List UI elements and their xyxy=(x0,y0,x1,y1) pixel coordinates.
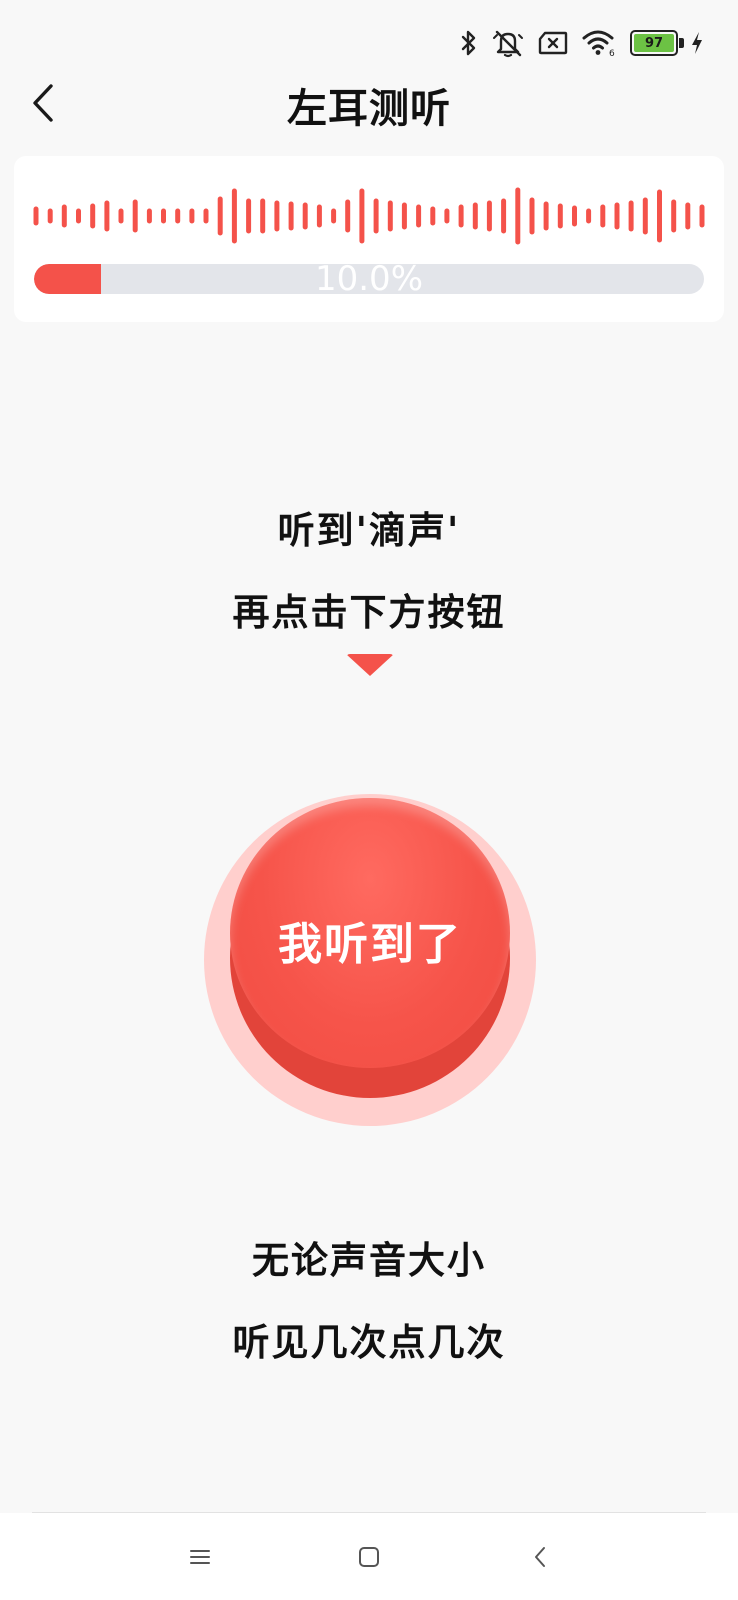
home-icon xyxy=(359,1547,379,1567)
i-heard-it-button[interactable]: 我听到了 xyxy=(230,798,510,1098)
battery-level: 97 xyxy=(634,34,674,52)
system-nav-bar xyxy=(0,1513,738,1600)
progress-percent: 10.0% xyxy=(314,259,423,299)
i-heard-it-label: 我听到了 xyxy=(278,919,462,970)
tip-line-2: 听见几次点几次 xyxy=(232,1321,506,1364)
page-title: 左耳测听 xyxy=(287,86,451,132)
charging-icon xyxy=(690,31,704,55)
wifi-icon: 6 xyxy=(582,29,616,57)
menu-button[interactable] xyxy=(178,1535,222,1579)
bluetooth-icon xyxy=(460,29,478,57)
instruction-line-2: 再点击下方按钮 xyxy=(232,591,506,634)
menu-icon xyxy=(190,1550,210,1564)
tip-line-1: 无论声音大小 xyxy=(252,1239,486,1282)
hearing-test-screen: 6 97 左耳测听 10.0% 听到'滴声' 再点击下方按钮 我听到了 无论声音… xyxy=(0,0,738,1600)
mute-icon xyxy=(492,28,524,58)
sim-icon xyxy=(538,31,568,55)
arrow-down-icon xyxy=(346,654,394,676)
svg-text:6: 6 xyxy=(609,49,615,57)
status-icons: 6 97 xyxy=(460,26,704,60)
back-icon xyxy=(535,1547,545,1567)
header: 左耳测听 xyxy=(0,62,738,144)
battery-icon: 97 xyxy=(630,30,684,56)
nav-back-button[interactable] xyxy=(518,1535,562,1579)
instruction-line-1: 听到'滴声' xyxy=(277,509,461,552)
waveform xyxy=(33,187,705,245)
home-button[interactable] xyxy=(347,1535,391,1579)
